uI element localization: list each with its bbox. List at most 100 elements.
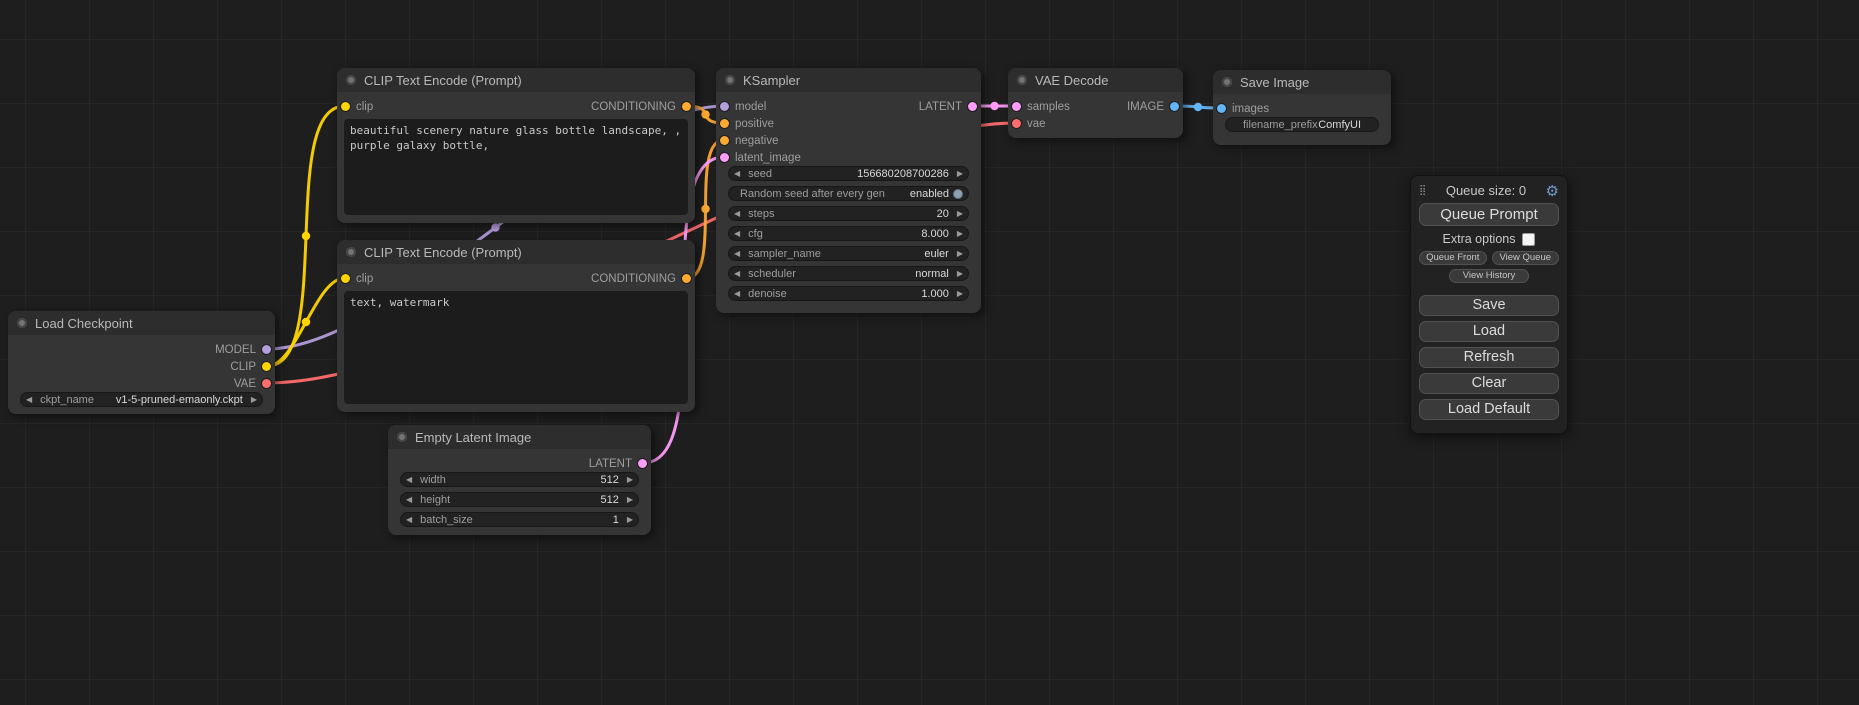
- output-slot-LATENT[interactable]: [968, 102, 977, 111]
- collapse-toggle-icon[interactable]: [397, 432, 407, 442]
- widget-name: ckpt_name: [40, 394, 94, 406]
- node-title-bar[interactable]: KSampler: [716, 68, 981, 92]
- increment-arrow-icon[interactable]: ▶: [957, 270, 963, 278]
- increment-arrow-icon[interactable]: ▶: [627, 516, 633, 524]
- view-queue-button[interactable]: View Queue: [1492, 251, 1560, 265]
- decrement-arrow-icon[interactable]: ◀: [734, 210, 740, 218]
- decrement-arrow-icon[interactable]: ◀: [406, 476, 412, 484]
- decrement-arrow-icon[interactable]: ◀: [406, 516, 412, 524]
- prompt-textarea[interactable]: text, watermark: [344, 291, 688, 404]
- prompt-textarea[interactable]: beautiful scenery nature glass bottle la…: [344, 119, 688, 215]
- queue-front-button[interactable]: Queue Front: [1419, 251, 1487, 265]
- input-slot-label: negative: [735, 135, 778, 147]
- widget-ckpt-name[interactable]: ◀ckpt_namev1-5-pruned-emaonly.ckpt▶: [20, 392, 263, 407]
- widget-height[interactable]: ◀height512▶: [400, 492, 639, 507]
- output-slot-CLIP[interactable]: [262, 362, 271, 371]
- input-slot-samples[interactable]: [1012, 102, 1021, 111]
- output-slot-MODEL[interactable]: [262, 345, 271, 354]
- link-midpoint-dot: [1194, 103, 1202, 111]
- link-midpoint-dot: [302, 318, 310, 326]
- increment-arrow-icon[interactable]: ▶: [957, 290, 963, 298]
- view-history-button[interactable]: View History: [1449, 269, 1530, 283]
- collapse-toggle-icon[interactable]: [346, 247, 356, 257]
- load-button[interactable]: Load: [1419, 321, 1559, 342]
- widget-sampler-name[interactable]: ◀sampler_nameeuler▶: [728, 246, 969, 261]
- widget-steps[interactable]: ◀steps20▶: [728, 206, 969, 221]
- increment-arrow-icon[interactable]: ▶: [957, 230, 963, 238]
- save-button[interactable]: Save: [1419, 295, 1559, 316]
- input-slot-model[interactable]: [720, 102, 729, 111]
- increment-arrow-icon[interactable]: ▶: [251, 396, 257, 404]
- extra-options-label: Extra options: [1443, 232, 1516, 246]
- collapse-toggle-icon[interactable]: [346, 75, 356, 85]
- clear-button[interactable]: Clear: [1419, 373, 1559, 394]
- widget-batch-size[interactable]: ◀batch_size1▶: [400, 512, 639, 527]
- widget-width[interactable]: ◀width512▶: [400, 472, 639, 487]
- output-slot-IMAGE[interactable]: [1170, 102, 1179, 111]
- extra-options-checkbox[interactable]: [1522, 233, 1535, 246]
- widget-seed[interactable]: ◀seed156680208700286▶: [728, 166, 969, 181]
- increment-arrow-icon[interactable]: ▶: [957, 210, 963, 218]
- output-slot-label: VAE: [234, 378, 256, 390]
- refresh-button[interactable]: Refresh: [1419, 347, 1559, 368]
- decrement-arrow-icon[interactable]: ◀: [406, 496, 412, 504]
- node-save-image[interactable]: Save Imageimagesfilename_prefixComfyUI: [1213, 70, 1391, 145]
- collapse-toggle-icon[interactable]: [1017, 75, 1027, 85]
- collapse-toggle-icon[interactable]: [1222, 77, 1232, 87]
- node-vae-decode[interactable]: VAE DecodesamplesIMAGEvae: [1008, 68, 1183, 138]
- node-load-checkpoint[interactable]: Load CheckpointMODELCLIPVAE◀ckpt_namev1-…: [8, 311, 275, 414]
- widget-name: seed: [748, 168, 772, 180]
- graph-canvas[interactable]: Load CheckpointMODELCLIPVAE◀ckpt_namev1-…: [0, 0, 1859, 705]
- node-title: CLIP Text Encode (Prompt): [364, 73, 522, 88]
- node-title-bar[interactable]: Empty Latent Image: [388, 425, 651, 449]
- output-slot-CONDITIONING[interactable]: [682, 102, 691, 111]
- increment-arrow-icon[interactable]: ▶: [627, 476, 633, 484]
- queue-prompt-button[interactable]: Queue Prompt: [1419, 203, 1559, 226]
- widget-denoise[interactable]: ◀denoise1.000▶: [728, 286, 969, 301]
- panel-drag-handle-icon[interactable]: ⣿: [1419, 185, 1426, 196]
- increment-arrow-icon[interactable]: ▶: [957, 170, 963, 178]
- widget-random-seed-after-every-gen[interactable]: Random seed after every genenabled: [728, 186, 969, 201]
- widget-cfg[interactable]: ◀ cfg 8.000 ▶: [728, 226, 969, 241]
- node-title-bar[interactable]: CLIP Text Encode (Prompt): [337, 240, 695, 264]
- decrement-arrow-icon[interactable]: ◀: [734, 170, 740, 178]
- slot-row: MODEL: [8, 341, 275, 358]
- toggle-knob-icon[interactable]: [953, 189, 963, 199]
- collapse-toggle-icon[interactable]: [17, 318, 27, 328]
- node-clip-text-encode-positive[interactable]: CLIP Text Encode (Prompt)clipCONDITIONIN…: [337, 68, 695, 223]
- decrement-arrow-icon[interactable]: ◀: [734, 250, 740, 258]
- slot-row: LATENT: [388, 455, 651, 472]
- input-slot-latent_image[interactable]: [720, 153, 729, 162]
- widget-value: normal: [915, 268, 949, 280]
- decrement-arrow-icon[interactable]: ◀: [734, 290, 740, 298]
- node-ksampler[interactable]: KSamplermodelLATENTpositivenegativelaten…: [716, 68, 981, 313]
- output-slot-LATENT[interactable]: [638, 459, 647, 468]
- input-slot-clip[interactable]: [341, 102, 350, 111]
- widget-value: 1: [613, 514, 619, 526]
- node-title-bar[interactable]: Save Image: [1213, 70, 1391, 94]
- node-clip-text-encode-negative[interactable]: CLIP Text Encode (Prompt)clipCONDITIONIN…: [337, 240, 695, 412]
- input-slot-positive[interactable]: [720, 119, 729, 128]
- input-slot-negative[interactable]: [720, 136, 729, 145]
- decrement-arrow-icon[interactable]: ◀: [734, 230, 740, 238]
- node-empty-latent-image[interactable]: Empty Latent Image LATENT◀width512▶ ◀heigh…: [388, 425, 651, 535]
- widget-filename-prefix[interactable]: filename_prefixComfyUI: [1225, 117, 1379, 132]
- load-default-button[interactable]: Load Default: [1419, 399, 1559, 420]
- node-title-bar[interactable]: Load Checkpoint: [8, 311, 275, 335]
- increment-arrow-icon[interactable]: ▶: [957, 250, 963, 258]
- decrement-arrow-icon[interactable]: ◀: [26, 396, 32, 404]
- collapse-toggle-icon[interactable]: [725, 75, 735, 85]
- widget-scheduler[interactable]: ◀schedulernormal▶: [728, 266, 969, 281]
- output-slot-CONDITIONING[interactable]: [682, 274, 691, 283]
- node-title-bar[interactable]: CLIP Text Encode (Prompt): [337, 68, 695, 92]
- decrement-arrow-icon[interactable]: ◀: [734, 270, 740, 278]
- input-slot-vae[interactable]: [1012, 119, 1021, 128]
- input-slot-images[interactable]: [1217, 104, 1226, 113]
- widget-value: 8.000: [921, 228, 949, 240]
- widget-name: cfg: [748, 228, 763, 240]
- input-slot-clip[interactable]: [341, 274, 350, 283]
- increment-arrow-icon[interactable]: ▶: [627, 496, 633, 504]
- settings-gear-icon[interactable]: ⚙: [1546, 182, 1559, 200]
- node-title-bar[interactable]: VAE Decode: [1008, 68, 1183, 92]
- output-slot-VAE[interactable]: [262, 379, 271, 388]
